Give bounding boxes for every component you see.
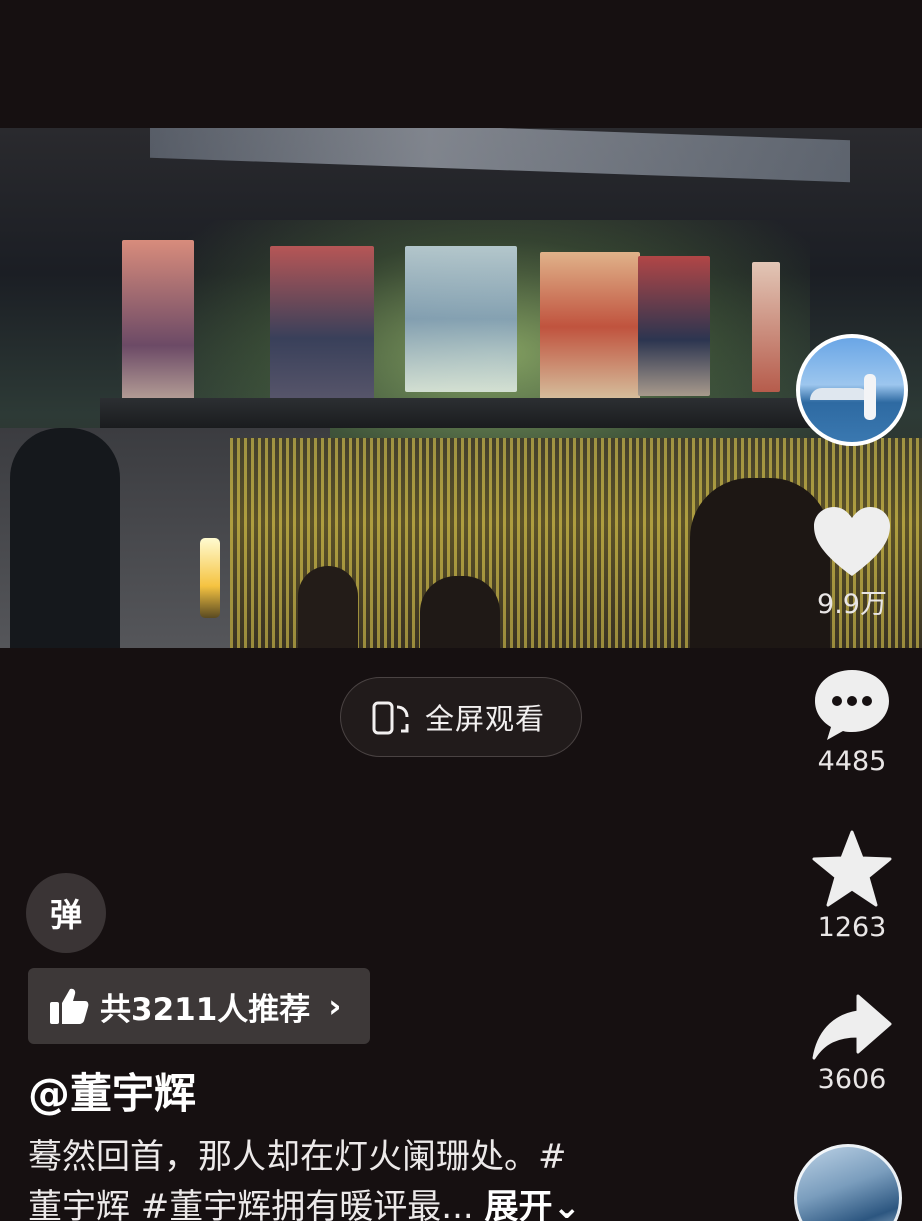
stage-screen	[638, 256, 710, 396]
favorite-button[interactable]: 1263	[802, 830, 902, 943]
video-player[interactable]	[0, 128, 922, 648]
stadium-roof	[150, 128, 850, 183]
stage-deck	[100, 398, 860, 428]
star-icon	[812, 830, 892, 907]
stage-screen	[540, 252, 640, 402]
stage-screen	[405, 246, 517, 392]
thumbs-up-icon	[50, 988, 89, 1024]
fullscreen-button[interactable]: 全屏观看	[340, 677, 582, 757]
chevron-down-icon: ⌄	[552, 1187, 582, 1221]
favorite-count: 1263	[817, 912, 887, 943]
author-avatar[interactable]	[796, 334, 908, 446]
share-button[interactable]: 3606	[802, 994, 902, 1095]
danmu-toggle[interactable]: 弹	[26, 873, 106, 953]
caption-line-2: 董宇辉 #董宇辉拥有暖评最... 展开⌄	[28, 1182, 668, 1221]
comment-button[interactable]: 4485	[802, 668, 902, 777]
rotate-screen-icon	[372, 701, 409, 735]
like-button[interactable]: 9.9万	[802, 506, 902, 621]
comment-icon	[815, 670, 889, 740]
video-caption: 蓦然回首，那人却在灯火阑珊处。# 董宇辉 #董宇辉拥有暖评最... 展开⌄	[28, 1132, 668, 1221]
caption-line-2-text: 董宇辉 #董宇辉拥有暖评最...	[28, 1187, 474, 1221]
comment-count: 4485	[817, 746, 887, 777]
share-count: 3606	[817, 1064, 887, 1095]
like-count: 9.9万	[817, 589, 887, 620]
lightstick	[200, 538, 220, 618]
audience-silhouette	[420, 576, 500, 648]
audience-silhouette	[10, 428, 120, 648]
stage-screen	[270, 246, 374, 414]
author-name[interactable]: @董宇辉	[28, 1060, 196, 1121]
stage-screen	[752, 262, 780, 392]
expand-caption-button[interactable]: 展开⌄	[485, 1187, 582, 1221]
chevron-right-icon: ›	[328, 987, 342, 1025]
recommend-label: 共3211人推荐	[100, 991, 311, 1028]
music-disc[interactable]	[794, 1144, 902, 1221]
stage-screen	[122, 240, 194, 416]
share-icon	[812, 994, 892, 1060]
avatar-person	[864, 374, 876, 420]
danmu-label: 弹	[49, 896, 82, 934]
expand-label: 展开	[484, 1187, 553, 1221]
fullscreen-label: 全屏观看	[425, 702, 546, 736]
caption-line-1: 蓦然回首，那人却在灯火阑珊处。#	[28, 1137, 567, 1177]
recommend-chip[interactable]: 共3211人推荐 ›	[28, 968, 370, 1044]
avatar-bridge	[810, 388, 870, 400]
heart-icon	[814, 507, 890, 576]
audience-silhouette	[298, 566, 358, 648]
